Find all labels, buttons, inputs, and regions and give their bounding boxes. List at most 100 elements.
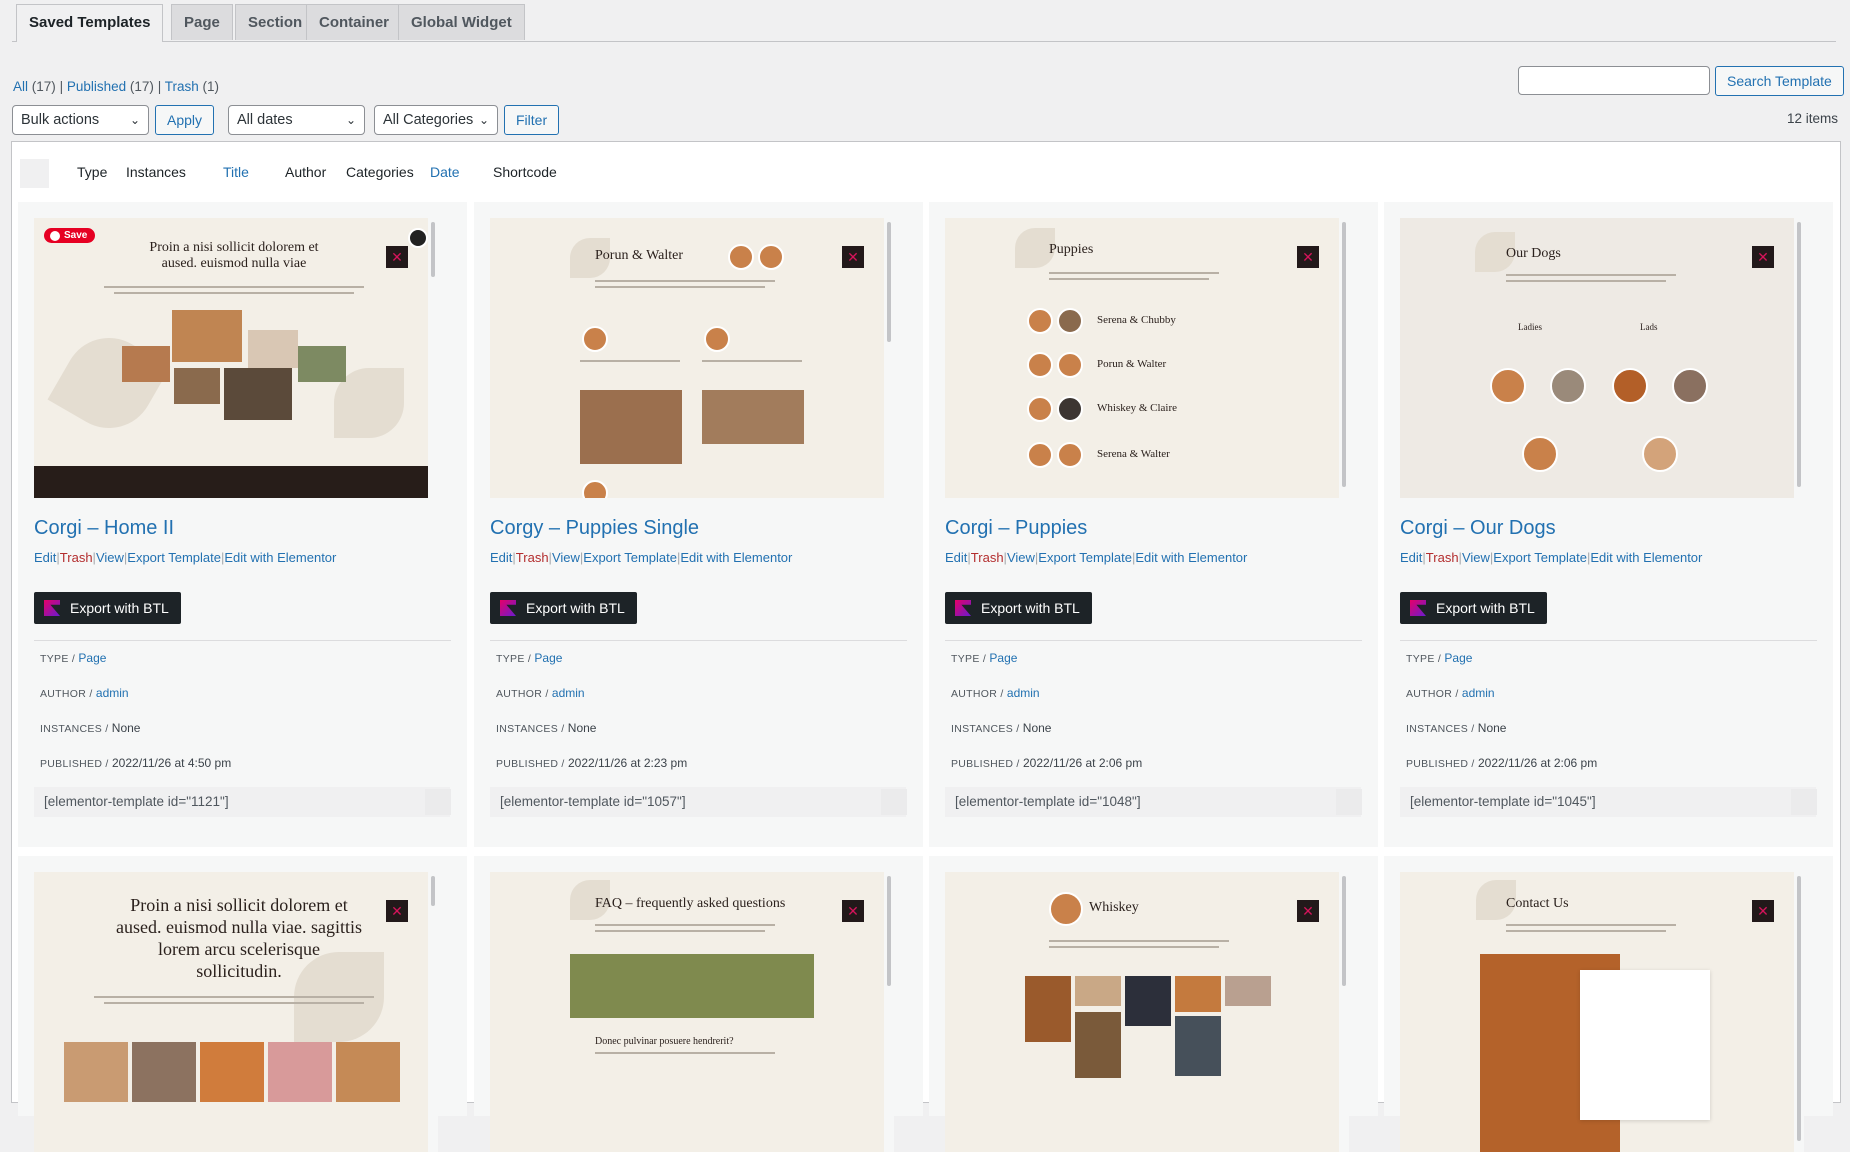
edit-link[interactable]: Edit: [490, 550, 512, 565]
thumbnail-subheading: Ladies: [1518, 322, 1542, 332]
thumbnail-scrollbar[interactable]: [1794, 872, 1804, 1152]
export-template-link[interactable]: Export Template: [1038, 550, 1132, 565]
thumbnail-scrollbar[interactable]: [1794, 218, 1804, 498]
categories-select[interactable]: All Categories ⌄: [374, 105, 498, 135]
thumbnail-scrollbar[interactable]: [884, 218, 894, 498]
template-thumbnail[interactable]: Contact Us ✕: [1400, 872, 1804, 1152]
tab-section[interactable]: Section: [235, 4, 316, 40]
pinterest-save-button[interactable]: Save: [44, 228, 96, 243]
export-template-link[interactable]: Export Template: [1493, 550, 1587, 565]
tab-container[interactable]: Container: [306, 4, 403, 40]
trash-link[interactable]: Trash: [971, 550, 1004, 565]
edit-with-elementor-link[interactable]: Edit with Elementor: [224, 550, 336, 565]
template-title-link[interactable]: Corgy – Puppies Single: [490, 514, 907, 542]
trash-link[interactable]: Trash: [60, 550, 93, 565]
edit-with-elementor-link[interactable]: Edit with Elementor: [1590, 550, 1702, 565]
shortcode-field: [elementor-template id="1048"]: [945, 787, 1362, 817]
template-title-link[interactable]: Corgi – Home II: [34, 514, 451, 542]
thumbnail-heading: Porun & Walter: [595, 248, 684, 263]
author-link[interactable]: admin: [552, 686, 585, 700]
search-input[interactable]: [1518, 66, 1710, 95]
view-link[interactable]: View: [1007, 550, 1035, 565]
view-link[interactable]: View: [96, 550, 124, 565]
separator: |: [59, 79, 64, 94]
type-link[interactable]: Page: [1444, 651, 1472, 665]
author-link[interactable]: admin: [96, 686, 129, 700]
view-trash-link[interactable]: Trash (1): [165, 79, 219, 94]
close-icon: ✕: [1752, 246, 1774, 268]
select-all-checkbox[interactable]: [20, 159, 49, 188]
export-template-link[interactable]: Export Template: [127, 550, 221, 565]
copy-icon[interactable]: [1791, 789, 1817, 815]
shortcode-input[interactable]: [elementor-template id="1045"]: [1400, 787, 1816, 817]
view-link[interactable]: View: [1462, 550, 1490, 565]
btl-logo-icon: [44, 600, 60, 616]
close-icon: ✕: [1297, 900, 1319, 922]
template-title-link[interactable]: Corgi – Our Dogs: [1400, 514, 1817, 542]
thumbnail-scrollbar[interactable]: [428, 218, 438, 498]
template-thumbnail[interactable]: FAQ – frequently asked questions Donec p…: [490, 872, 894, 1152]
close-icon: ✕: [386, 246, 408, 268]
type-link[interactable]: Page: [989, 651, 1017, 665]
view-published-link[interactable]: Published (17): [67, 79, 154, 94]
thumbnail-scrollbar[interactable]: [1339, 872, 1349, 1152]
chevron-down-icon: ⌄: [345, 113, 356, 127]
template-thumbnail[interactable]: Our Dogs Ladies Lads ✕: [1400, 218, 1804, 498]
bulk-actions-select[interactable]: Bulk actions ⌄: [12, 105, 149, 135]
template-thumbnail[interactable]: Whiskey ✕: [945, 872, 1349, 1152]
template-thumbnail[interactable]: Proin a nisi sollicit dolorem et aused. …: [34, 872, 438, 1152]
sort-instances[interactable]: Instances: [126, 164, 186, 180]
author-link[interactable]: admin: [1007, 686, 1040, 700]
close-icon: ✕: [1752, 900, 1774, 922]
apply-button[interactable]: Apply: [155, 105, 215, 135]
export-with-btl-button[interactable]: Export with BTL: [1400, 592, 1547, 624]
author-link[interactable]: admin: [1462, 686, 1495, 700]
export-with-btl-button[interactable]: Export with BTL: [945, 592, 1092, 624]
copy-icon[interactable]: [1336, 789, 1362, 815]
template-thumbnail[interactable]: Proin a nisi sollicit dolorem et aused. …: [34, 218, 438, 498]
shortcode-input[interactable]: [elementor-template id="1121"]: [34, 787, 450, 817]
export-with-btl-button[interactable]: Export with BTL: [34, 592, 181, 624]
trash-link[interactable]: Trash: [1426, 550, 1459, 565]
template-meta: TYPE / Page AUTHOR / admin INSTANCES / N…: [34, 640, 451, 781]
sort-date[interactable]: Date: [430, 164, 460, 180]
sort-type[interactable]: Type: [77, 164, 107, 180]
sort-categories[interactable]: Categories: [346, 164, 414, 180]
search-template-button[interactable]: Search Template: [1715, 66, 1844, 96]
export-template-link[interactable]: Export Template: [583, 550, 677, 565]
edit-link[interactable]: Edit: [1400, 550, 1422, 565]
filter-button[interactable]: Filter: [504, 105, 560, 135]
type-link[interactable]: Page: [534, 651, 562, 665]
sort-shortcode[interactable]: Shortcode: [493, 164, 557, 180]
template-thumbnail[interactable]: Porun & Walter ✕: [490, 218, 894, 498]
tab-global-widget[interactable]: Global Widget: [398, 4, 525, 40]
shortcode-field: [elementor-template id="1045"]: [1400, 787, 1817, 817]
template-title-link[interactable]: Corgi – Puppies: [945, 514, 1362, 542]
trash-link[interactable]: Trash: [516, 550, 549, 565]
sort-bar: Type Instances Title Author Categories D…: [12, 142, 1840, 202]
export-with-btl-button[interactable]: Export with BTL: [490, 592, 637, 624]
lens-icon[interactable]: [408, 228, 428, 248]
edit-link[interactable]: Edit: [34, 550, 56, 565]
copy-icon[interactable]: [881, 789, 907, 815]
thumbnail-heading: Puppies: [1049, 242, 1094, 257]
type-link[interactable]: Page: [78, 651, 106, 665]
template-thumbnail[interactable]: Puppies Serena & Chubby Porun & Walter W…: [945, 218, 1349, 498]
edit-with-elementor-link[interactable]: Edit with Elementor: [1135, 550, 1247, 565]
separator: |: [157, 79, 162, 94]
tab-saved-templates[interactable]: Saved Templates: [16, 4, 164, 42]
thumbnail-scrollbar[interactable]: [1339, 218, 1349, 498]
tab-page[interactable]: Page: [171, 4, 233, 40]
dates-select[interactable]: All dates ⌄: [228, 105, 365, 135]
view-all-link[interactable]: All (17): [13, 79, 56, 94]
edit-with-elementor-link[interactable]: Edit with Elementor: [680, 550, 792, 565]
thumbnail-scrollbar[interactable]: [428, 872, 438, 1152]
edit-link[interactable]: Edit: [945, 550, 967, 565]
shortcode-input[interactable]: [elementor-template id="1057"]: [490, 787, 906, 817]
copy-icon[interactable]: [425, 789, 451, 815]
shortcode-input[interactable]: [elementor-template id="1048"]: [945, 787, 1361, 817]
view-link[interactable]: View: [552, 550, 580, 565]
sort-author[interactable]: Author: [285, 164, 326, 180]
sort-title[interactable]: Title: [223, 164, 249, 180]
thumbnail-scrollbar[interactable]: [884, 872, 894, 1152]
